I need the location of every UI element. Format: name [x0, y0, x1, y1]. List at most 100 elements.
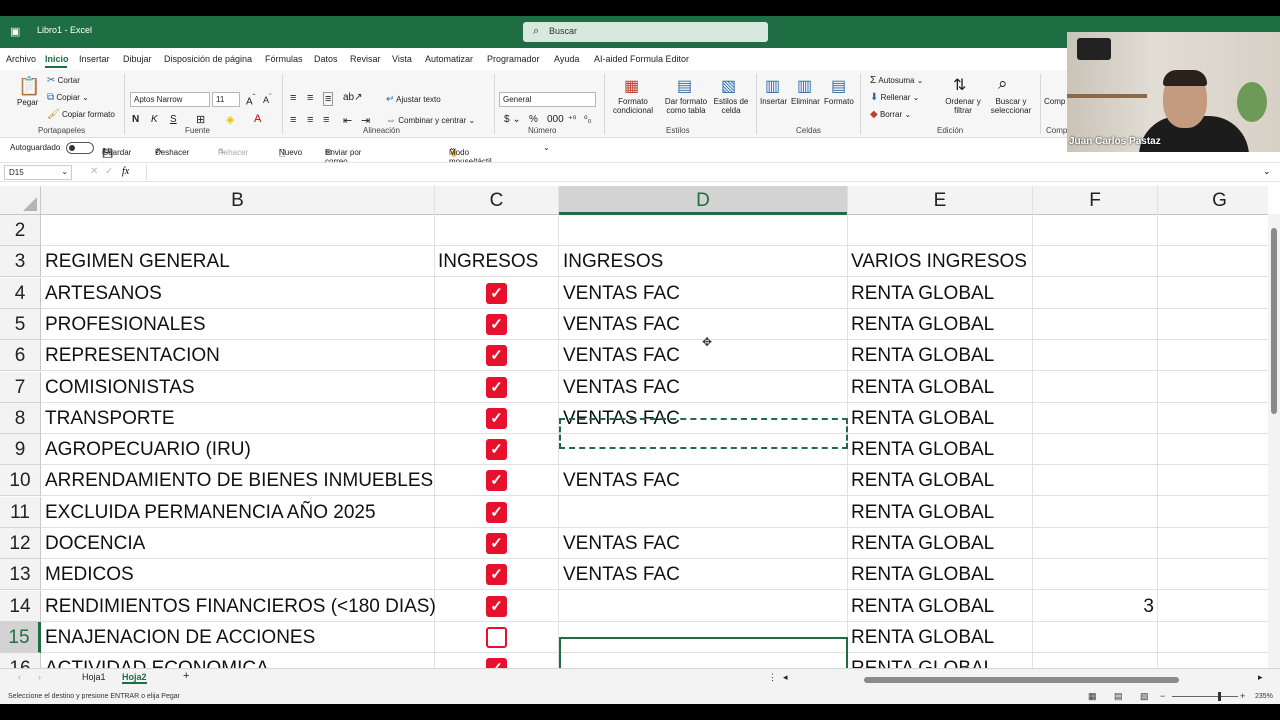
- row-header[interactable]: 7: [0, 371, 41, 403]
- cell-b[interactable]: ACTIVIDAD ECONOMICA: [45, 653, 269, 668]
- name-box[interactable]: D15 ⌄: [4, 165, 72, 180]
- number-format-select[interactable]: General: [499, 92, 596, 107]
- find-icon[interactable]: ⌕: [998, 74, 1008, 94]
- align-middle-icon[interactable]: ≡: [307, 92, 313, 104]
- column-header-d[interactable]: D: [559, 186, 848, 215]
- find-select-button[interactable]: Buscar y seleccionar: [986, 97, 1036, 115]
- column-header-b[interactable]: B: [41, 186, 435, 215]
- tab-options-icon[interactable]: ⋮: [768, 672, 777, 683]
- conditional-format-button[interactable]: Formato condicional: [609, 97, 657, 115]
- format-painter-button[interactable]: 🖌 Copiar formato: [47, 109, 115, 120]
- zoom-in-icon[interactable]: +: [1240, 691, 1245, 701]
- merge-center-button[interactable]: ⇔ Combinar y centrar ⌄: [386, 115, 475, 126]
- format-cells-button[interactable]: Formato: [824, 97, 854, 106]
- checkbox-unchecked-icon[interactable]: [486, 626, 507, 648]
- normal-view-icon[interactable]: ▦: [1088, 691, 1097, 702]
- bold-button[interactable]: N: [132, 114, 139, 125]
- fill-button[interactable]: ⬇ Rellenar ⌄: [870, 92, 919, 103]
- align-bottom-icon[interactable]: ≡: [323, 92, 334, 106]
- row-header[interactable]: 4: [0, 277, 41, 309]
- checkbox-checked-icon[interactable]: ✓: [486, 376, 507, 398]
- formula-input[interactable]: [146, 165, 1261, 180]
- customize-qa-icon[interactable]: ⌄: [543, 143, 550, 152]
- delete-cells-icon[interactable]: ▥: [797, 76, 812, 96]
- comp-button[interactable]: Comp: [1044, 97, 1065, 106]
- cell-e[interactable]: RENTA GLOBAL: [851, 591, 994, 622]
- font-size-select[interactable]: 11: [212, 92, 240, 107]
- cell-e[interactable]: RENTA GLOBAL: [851, 622, 994, 653]
- row-header[interactable]: 3: [0, 246, 41, 278]
- enter-icon[interactable]: ✓: [105, 166, 113, 177]
- redo-button[interactable]: ↷ Rehacer ⌄: [218, 143, 248, 157]
- align-top-icon[interactable]: ≡: [290, 92, 296, 104]
- search-box[interactable]: ⌕ Buscar: [523, 22, 768, 42]
- cell-e[interactable]: RENTA GLOBAL: [851, 434, 994, 465]
- checkbox-checked-icon[interactable]: ✓: [486, 533, 507, 554]
- cell-b[interactable]: ARRENDAMIENTO DE BIENES INMUEBLES: [45, 465, 433, 496]
- orientation-icon[interactable]: ab↗: [343, 92, 363, 103]
- cell-e[interactable]: RENTA GLOBAL: [851, 653, 994, 668]
- font-shrink-button[interactable]: Aˇ: [263, 92, 272, 105]
- row-header[interactable]: 2: [0, 215, 41, 246]
- cell-e[interactable]: RENTA GLOBAL: [851, 465, 994, 496]
- page-layout-icon[interactable]: ▤: [1114, 691, 1123, 702]
- row-header[interactable]: 5: [0, 308, 41, 340]
- checkbox-checked-icon[interactable]: ✓: [486, 313, 507, 335]
- zoom-out-icon[interactable]: −: [1160, 691, 1165, 701]
- cell-d[interactable]: VENTAS FAC: [563, 372, 680, 403]
- checkbox-checked-icon[interactable]: ✓: [486, 470, 507, 492]
- cell-b[interactable]: RENDIMIENTOS FINANCIEROS (<180 DIAS): [45, 591, 436, 622]
- cell-b[interactable]: TRANSPORTE: [45, 403, 175, 434]
- tab-ai-formula[interactable]: AI-aided Formula Editor: [594, 54, 689, 64]
- checkbox-checked-icon[interactable]: ✓: [486, 407, 507, 429]
- decrease-indent-icon[interactable]: ⇤: [343, 114, 352, 127]
- checkbox-checked-icon[interactable]: ✓: [486, 439, 507, 461]
- row-header[interactable]: 12: [0, 528, 41, 559]
- row-header[interactable]: 10: [0, 465, 41, 497]
- cell-e[interactable]: RENTA GLOBAL: [851, 559, 994, 590]
- cell-b[interactable]: DOCENCIA: [45, 528, 145, 559]
- cell-e[interactable]: RENTA GLOBAL: [851, 278, 994, 309]
- tab-programador[interactable]: Programador: [487, 54, 540, 64]
- increase-decimal-icon[interactable]: ⁺⁰: [568, 114, 576, 125]
- italic-button[interactable]: K: [151, 114, 158, 125]
- row-header[interactable]: 8: [0, 402, 41, 434]
- undo-button[interactable]: ↶ Deshacer ⌄: [155, 143, 189, 157]
- align-center-icon[interactable]: ≡: [307, 114, 313, 126]
- cell-b[interactable]: AGROPECUARIO (IRU): [45, 434, 251, 465]
- borders-icon[interactable]: ⊞: [196, 113, 205, 126]
- touch-mode-button[interactable]: ☝ Modo mouse/táctil ⌄: [449, 143, 492, 166]
- sheet-tab-hoja1[interactable]: Hoja1: [82, 672, 106, 682]
- cancel-icon[interactable]: ✕: [90, 166, 98, 177]
- checkbox-checked-icon[interactable]: ✓: [486, 564, 507, 586]
- zoom-slider[interactable]: [1172, 696, 1238, 697]
- worksheet-grid[interactable]: B C D E F G 2 3 REGIMEN GENERAL INGRESOS ING…: [0, 186, 1268, 668]
- cell-b[interactable]: ENAJENACION DE ACCIONES: [45, 622, 315, 653]
- sheet-tab-hoja2[interactable]: Hoja2: [122, 672, 147, 684]
- comma-icon[interactable]: 000: [547, 114, 564, 125]
- cell-e[interactable]: RENTA GLOBAL: [851, 497, 994, 528]
- cell-d[interactable]: VENTAS FAC: [563, 309, 680, 340]
- prev-sheet-icon[interactable]: ‹: [18, 672, 21, 682]
- scroll-right-icon[interactable]: ▸: [1258, 672, 1263, 683]
- row-header[interactable]: 13: [0, 559, 41, 591]
- clear-button[interactable]: ◆ Borrar ⌄: [870, 109, 911, 120]
- cell-b[interactable]: ARTESANOS: [45, 278, 162, 309]
- checkbox-checked-icon[interactable]: ✓: [486, 345, 507, 367]
- cell-b[interactable]: EXCLUIDA PERMANENCIA AÑO 2025: [45, 497, 376, 528]
- cell-d[interactable]: VENTAS FAC: [563, 528, 680, 559]
- column-header-f[interactable]: F: [1033, 186, 1158, 215]
- decrease-decimal-icon[interactable]: ⁰₀: [584, 114, 591, 125]
- cell-b[interactable]: REGIMEN GENERAL: [45, 246, 230, 277]
- checkbox-checked-icon[interactable]: ✓: [486, 282, 507, 304]
- font-color-icon[interactable]: A: [254, 113, 261, 125]
- conditional-format-icon[interactable]: ▦: [624, 76, 639, 96]
- underline-button[interactable]: S: [170, 114, 177, 125]
- cell-b[interactable]: COMISIONISTAS: [45, 372, 195, 403]
- cell-e[interactable]: RENTA GLOBAL: [851, 403, 994, 434]
- row-header[interactable]: 6: [0, 340, 41, 372]
- cell-d[interactable]: INGRESOS: [563, 246, 663, 277]
- add-sheet-icon[interactable]: +: [183, 670, 189, 682]
- insert-cells-button[interactable]: Insertar: [760, 97, 787, 106]
- autosave-toggle[interactable]: [66, 142, 94, 154]
